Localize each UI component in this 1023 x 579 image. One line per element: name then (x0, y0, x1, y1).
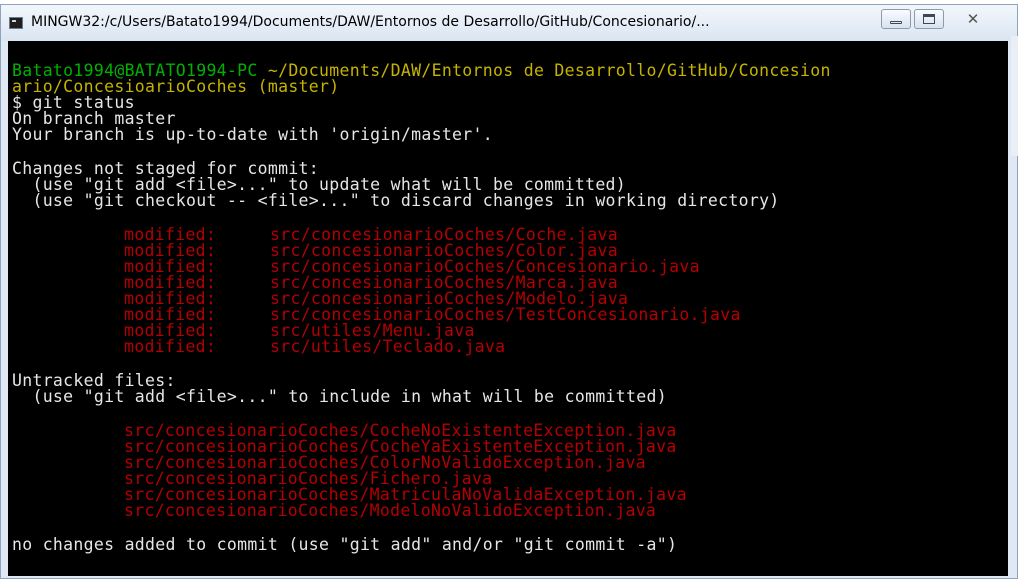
scrollbar-edge[interactable] (1011, 36, 1018, 156)
up-to-date-line: Your branch is up-to-date with 'origin/m… (12, 125, 493, 144)
close-icon: ✕ (966, 10, 980, 28)
window-titlebar[interactable]: MINGW32:/c/Users/Batato1994/Documents/DA… (1, 5, 1017, 41)
terminal-window: MINGW32:/c/Users/Batato1994/Documents/DA… (0, 4, 1018, 579)
prompt-branch: (master) (257, 77, 340, 96)
window-title: MINGW32:/c/Users/Batato1994/Documents/DA… (31, 14, 710, 30)
untracked-file: src/concesionarioCoches/ModeloNoValidoEx… (124, 501, 657, 520)
untracked-hint: (use "git add <file>..." to include in w… (12, 387, 667, 406)
terminal-output[interactable]: Batato1994@BATATO1994-PC ~/Documents/DAW… (8, 41, 1008, 576)
minimize-icon (890, 20, 902, 24)
prompt-path: ~/Documents/DAW/Entornos de Desarrollo/G… (267, 61, 831, 80)
changes-hint-checkout: (use "git checkout -- <file>..." to disc… (12, 191, 780, 210)
terminal-app-icon[interactable] (9, 17, 23, 29)
maximize-button[interactable] (914, 9, 944, 29)
footer-line: no changes added to commit (use "git add… (12, 535, 678, 554)
modified-status: modified: (124, 337, 217, 356)
close-button[interactable]: ✕ (951, 9, 995, 29)
modified-file: src/utiles/Teclado.java (270, 337, 506, 356)
minimize-button[interactable] (881, 9, 911, 29)
maximize-icon (923, 14, 935, 24)
